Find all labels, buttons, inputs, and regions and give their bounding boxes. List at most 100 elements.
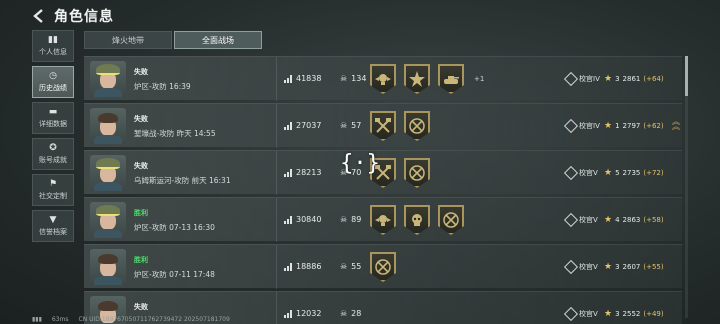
match-mode-time: 堑壕战-攻防 昨天 14:55 — [134, 129, 216, 138]
sidebar-item-achievements[interactable]: ✪ 账号成就 — [32, 138, 74, 170]
kills-value: 57 — [351, 121, 362, 130]
avatar — [90, 108, 126, 144]
helmet — [96, 64, 120, 75]
avatar — [90, 202, 126, 238]
avatar — [90, 155, 126, 191]
medal-crossed-rifles-icon[interactable] — [404, 158, 430, 188]
match-result: 失败 — [134, 162, 148, 170]
match-result: 失败 — [134, 303, 148, 311]
rank-badge-icon — [563, 306, 579, 322]
medal-skull-wings-icon[interactable] — [370, 64, 396, 94]
kills-stat: ☠ 57 — [340, 121, 361, 130]
kills-stat: ☠ 134 — [340, 74, 366, 83]
rank-badge-icon — [563, 259, 579, 275]
sidebar-item-history[interactable]: ◷ 历史战绩 — [32, 66, 74, 98]
rank-level: 3 — [615, 310, 620, 318]
title-bar: 角色信息 — [32, 6, 114, 26]
medal-star-burst-icon[interactable] — [404, 64, 430, 94]
rank-info: 校官V — [563, 212, 598, 228]
flag-icon: ⚑ — [48, 179, 58, 189]
medal-list — [370, 205, 464, 235]
match-row[interactable]: 胜利 炉区-攻防 07-11 17:48 18886 ☠ 55 校官V ★ 3 … — [84, 244, 682, 289]
rating-delta: (+64) — [643, 75, 664, 83]
rank-name: 校官V — [579, 216, 598, 224]
medal-icon: ✪ — [49, 143, 57, 153]
sidebar-item-label: 信誉档案 — [39, 228, 67, 236]
avatar-body — [94, 276, 122, 285]
match-row[interactable]: 失败 炉区-攻防 16:39 41838 ☠ 134 +1 校官IV ★ 3 2… — [84, 56, 682, 101]
rank-level: 3 — [615, 75, 620, 83]
avatar-body — [94, 229, 122, 238]
medal-crossed-rifles-icon[interactable] — [404, 111, 430, 141]
rating-value: 2861 — [622, 75, 641, 83]
signal-icon: ▮▮▮ — [32, 316, 42, 323]
rank-name: 校官V — [579, 263, 598, 271]
medal-crossed-rifles-icon[interactable] — [438, 205, 464, 235]
row-divider — [276, 151, 277, 195]
match-row[interactable]: 胜利 炉区-攻防 07-13 16:30 30840 ☠ 89 校官V ★ 4 … — [84, 197, 682, 242]
rating-delta: (+62) — [643, 122, 664, 130]
rank-badge-icon — [563, 165, 579, 181]
match-result: 失败 — [134, 115, 148, 123]
medal-list: +1 — [370, 64, 484, 94]
score-value: 27037 — [296, 121, 322, 130]
extra-medals-count: +1 — [474, 75, 485, 83]
medal-skull-wings-icon[interactable] — [370, 205, 396, 235]
kills-stat: ☠ 28 — [340, 309, 361, 318]
rank-info: 校官IV — [563, 118, 600, 134]
sidebar-item-detailed-data[interactable]: ▬ 详细数据 — [32, 102, 74, 134]
sidebar-item-label: 账号成就 — [39, 156, 67, 164]
medal-tank-icon[interactable] — [438, 64, 464, 94]
kills-stat: ☠ 55 — [340, 262, 361, 271]
star-icon: ★ — [604, 309, 613, 319]
match-mode-time: 炉区-攻防 16:39 — [134, 82, 191, 91]
sidebar-item-label: 社交定制 — [39, 192, 67, 200]
match-result: 失败 — [134, 68, 148, 76]
kills-stat: ☠ 89 — [340, 215, 361, 224]
kills-value: 89 — [351, 215, 362, 224]
scrollbar[interactable] — [685, 56, 688, 318]
match-row[interactable]: 失败 乌姆斯运河-攻防 前天 16:31 28213 ☠ 70 校官V ★ 5 … — [84, 150, 682, 195]
match-result: 胜利 — [134, 209, 148, 217]
sidebar-item-label: 历史战绩 — [39, 84, 67, 92]
medal-crossed-rifles-icon[interactable] — [370, 252, 396, 282]
tab-full-battlefield[interactable]: 全面战场 — [174, 31, 262, 49]
sidebar: ▮▮ 个人信息 ◷ 历史战绩 ▬ 详细数据 ✪ 账号成就 ⚑ 社交定制 ▼ 信誉… — [32, 30, 74, 246]
match-mode-time: 炉区-攻防 07-11 17:48 — [134, 270, 215, 279]
score-bars-icon — [284, 262, 292, 271]
rating-value: 2607 — [622, 263, 641, 271]
sidebar-item-social[interactable]: ⚑ 社交定制 — [32, 174, 74, 206]
sidebar-item-personal-info[interactable]: ▮▮ 个人信息 — [32, 30, 74, 62]
match-mode-time: 炉区-攻防 07-13 16:30 — [134, 223, 215, 232]
medal-skull-icon[interactable] — [404, 205, 430, 235]
rating-info: ★ 3 2552 (+49) — [604, 309, 664, 319]
scrollbar-thumb[interactable] — [685, 56, 688, 96]
helmet — [96, 205, 120, 216]
match-history-list[interactable]: 失败 炉区-攻防 16:39 41838 ☠ 134 +1 校官IV ★ 3 2… — [84, 56, 682, 324]
rank-level: 4 — [615, 216, 620, 224]
rating-value: 2735 — [622, 169, 641, 177]
match-row[interactable]: 失败 堑壕战-攻防 昨天 14:55 27037 ☠ 57 校官IV ★ 1 2… — [84, 103, 682, 148]
bar-chart-icon: ▮▮ — [48, 35, 58, 45]
rank-badge-icon — [563, 71, 579, 87]
rating-value: 2552 — [622, 310, 641, 318]
sidebar-item-reputation[interactable]: ▼ 信誉档案 — [32, 210, 74, 242]
rank-info: 校官V — [563, 259, 598, 275]
star-icon: ★ — [604, 74, 613, 84]
skull-icon: ☠ — [340, 215, 348, 224]
page-title: 角色信息 — [54, 9, 114, 25]
avatar-body — [94, 182, 122, 191]
score-value: 18886 — [296, 262, 322, 271]
hair — [98, 301, 118, 311]
rank-chevrons-icon: ︽ ︽ — [672, 117, 680, 131]
medal-axes-icon[interactable] — [370, 111, 396, 141]
kills-value: 28 — [351, 309, 362, 318]
rank-badge-icon — [563, 118, 579, 134]
tab-hazard-zone[interactable]: 烽火地带 — [84, 31, 172, 49]
star-icon: ★ — [604, 215, 613, 225]
back-arrow-icon[interactable] — [32, 9, 46, 23]
rank-level: 5 — [615, 169, 620, 177]
rank-name: 校官IV — [579, 75, 600, 83]
row-divider — [276, 104, 277, 148]
rating-info: ★ 4 2863 (+58) — [604, 215, 664, 225]
